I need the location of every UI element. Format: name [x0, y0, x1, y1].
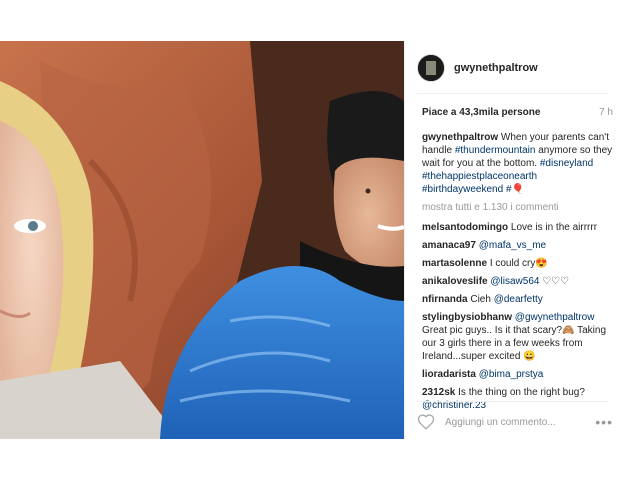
comment-username[interactable]: amanaca97 [422, 240, 476, 251]
comment-text: ♡♡♡ [542, 276, 570, 287]
comment-username[interactable]: stylingbysiobhanw [422, 312, 512, 323]
heart-icon[interactable] [417, 413, 435, 431]
caption-username[interactable]: gwynethpaltrow [422, 132, 498, 143]
comment-text: Love is in the airrrrr [510, 222, 598, 233]
post-side-panel: gwynethpaltrow Piace a 43,3mila persone … [404, 41, 620, 439]
comment-text: Cieh [470, 294, 491, 305]
header-divider [417, 93, 609, 94]
comment-mention[interactable]: @mafa_vs_me [479, 240, 546, 251]
comments-list: gwynethpaltrow When your parents can't h… [422, 131, 613, 417]
heart-icon-glyph [417, 414, 435, 430]
comment-mention[interactable]: @bima_prstya [479, 369, 544, 380]
comment: nfirnanda Cieh @dearfetty [422, 293, 613, 306]
likes-count[interactable]: Piace a 43,3mila persone [422, 107, 540, 118]
likes-row: Piace a 43,3mila persone 7 h [422, 107, 613, 118]
comment: melsantodomingo Love is in the airrrrr [422, 221, 613, 234]
comment: martasolenne I could cry😍 [422, 257, 613, 270]
avatar-image [418, 55, 444, 81]
caption-hashtag[interactable]: #thundermountain [455, 145, 536, 156]
header-username[interactable]: gwynethpaltrow [454, 62, 538, 74]
comment-username[interactable]: martasolenne [422, 258, 487, 269]
comment: lioradarista @bima_prstya [422, 368, 613, 381]
instagram-post: gwynethpaltrow Piace a 43,3mila persone … [0, 41, 620, 439]
comment-mention[interactable]: @gwynethpaltrow [515, 312, 595, 323]
post-time[interactable]: 7 h [599, 107, 613, 118]
comment: anikaloveslife @lisaw564 ♡♡♡ [422, 275, 613, 288]
balloon-emoji: 🎈 [511, 184, 524, 195]
comment-text: Is the thing on the right bug? [458, 387, 585, 398]
comment: stylingbysiobhanw @gwynethpaltrow Great … [422, 311, 613, 363]
comment-username[interactable]: anikaloveslife [422, 276, 488, 287]
comment-text: Great pic guys.. Is it that scary?🙈 Taki… [422, 325, 607, 362]
comment-username[interactable]: melsantodomingo [422, 222, 508, 233]
comment-username[interactable]: lioradarista [422, 369, 476, 380]
comment-username[interactable]: nfirnanda [422, 294, 468, 305]
comment-text: I could cry😍 [489, 258, 548, 269]
view-all-comments-link[interactable]: mostra tutti e 1.130 i commenti [422, 201, 613, 214]
comment-username[interactable]: 2312sk [422, 387, 455, 398]
footer-divider [417, 401, 609, 402]
more-options-icon[interactable]: ••• [595, 414, 613, 430]
comment-input[interactable]: Aggiungi un commento... [445, 417, 595, 428]
avatar[interactable] [417, 54, 445, 82]
post-photo[interactable] [0, 41, 404, 439]
comment-mention[interactable]: @dearfetty [494, 294, 543, 305]
post-header: gwynethpaltrow [417, 53, 613, 83]
caption: gwynethpaltrow When your parents can't h… [422, 131, 613, 196]
comment-mention[interactable]: @lisaw564 [490, 276, 539, 287]
add-comment-bar: Aggiungi un commento... ••• [417, 409, 613, 435]
comment: amanaca97 @mafa_vs_me [422, 239, 613, 252]
post-photo-art [0, 41, 404, 439]
